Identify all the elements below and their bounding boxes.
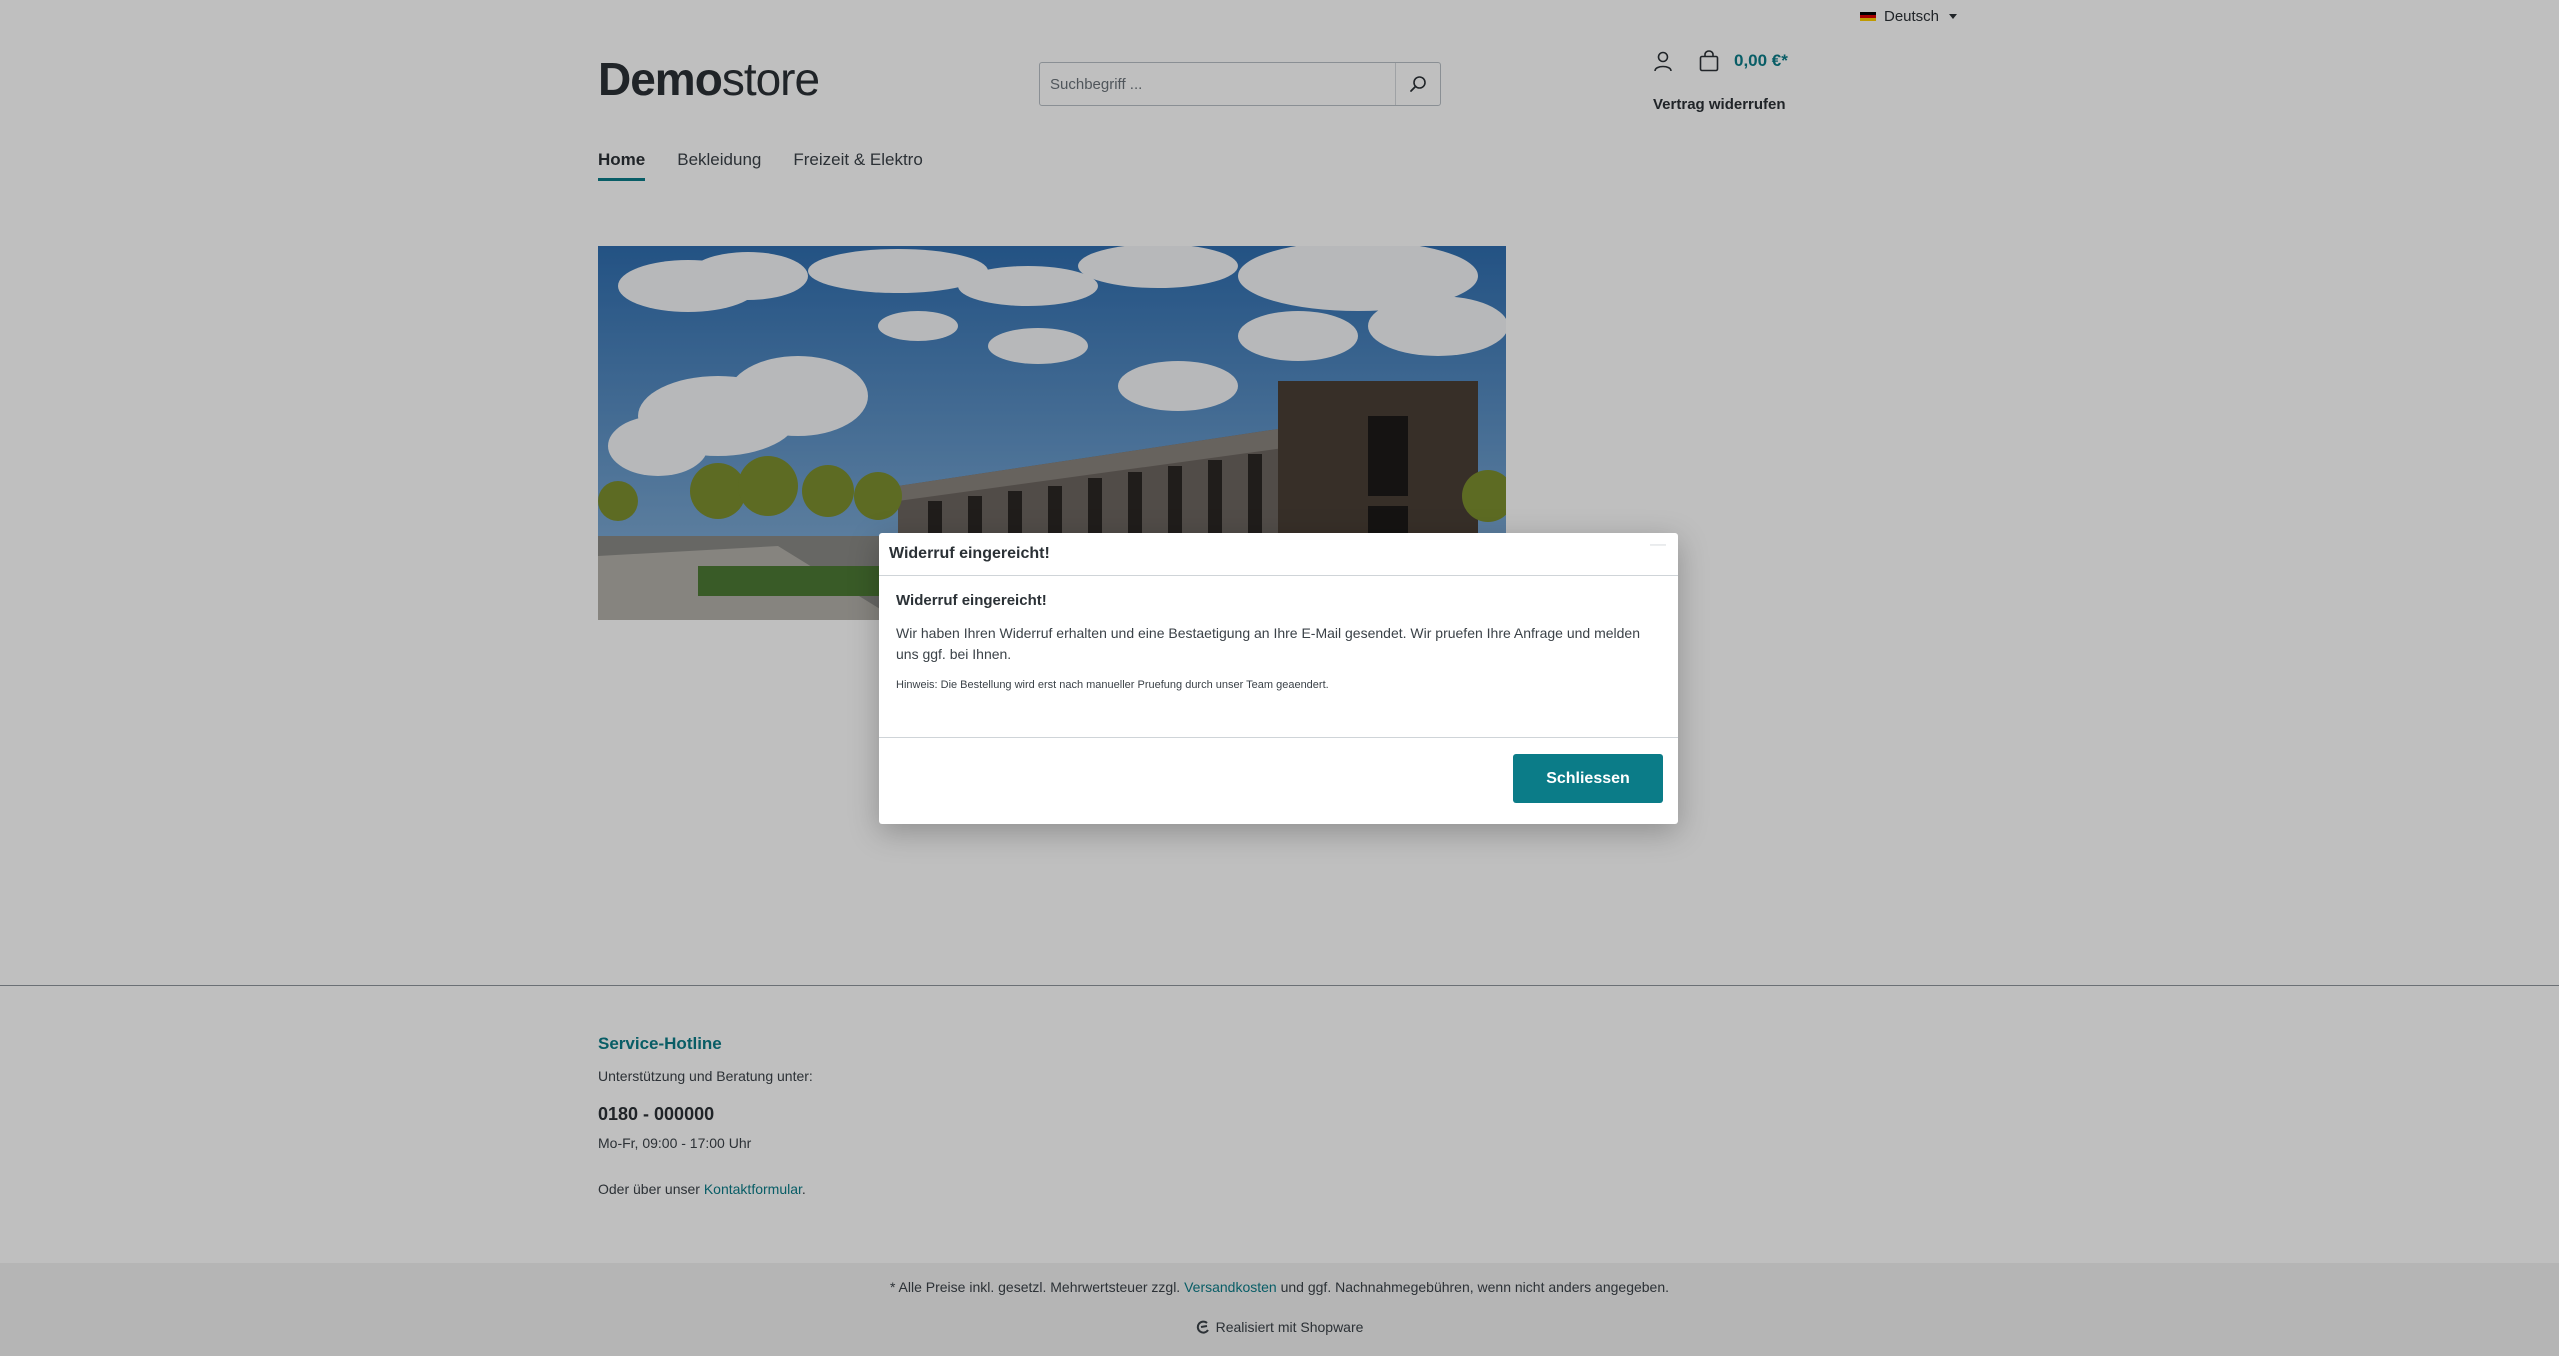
modal-body: Widerruf eingereicht! Wir haben Ihren Wi… <box>879 576 1678 738</box>
modal-footer: Schliessen <box>879 738 1678 840</box>
modal-note: Hinweis: Die Bestellung wird erst nach m… <box>896 679 1329 691</box>
modal-title: Widerruf eingereicht! <box>889 545 1050 562</box>
modal-header: Widerruf eingereicht! — <box>879 533 1678 576</box>
close-modal-button[interactable]: Schliessen <box>1513 754 1663 803</box>
modal-message: Wir haben Ihren Widerruf erhalten und ei… <box>896 625 1640 662</box>
close-icon[interactable]: — <box>1648 537 1668 553</box>
revocation-modal: Widerruf eingereicht! — Widerruf eingere… <box>879 533 1678 824</box>
modal-subtitle: Widerruf eingereicht! <box>896 592 1047 609</box>
